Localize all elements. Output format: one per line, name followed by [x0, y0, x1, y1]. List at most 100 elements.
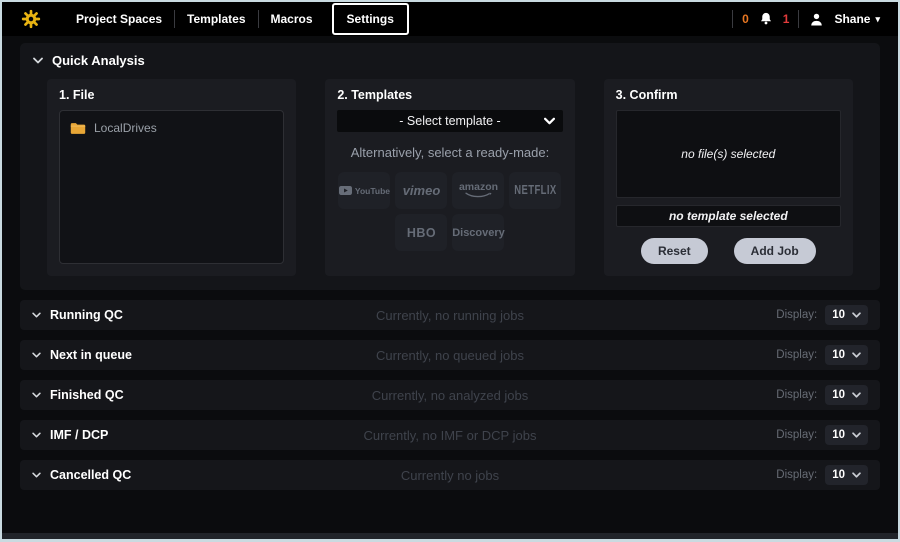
- main-content: Quick Analysis 1. File LocalDrives: [2, 36, 898, 533]
- brand-youtube-button[interactable]: YouTube: [338, 172, 390, 209]
- brand-label: vimeo: [403, 183, 441, 198]
- display-label: Display:: [776, 349, 817, 361]
- ready-made-hint: Alternatively, select a ready-made:: [337, 145, 562, 160]
- nav-divider: [798, 10, 799, 28]
- notification-count-left: 0: [742, 12, 749, 26]
- chevron-down-icon: [32, 432, 41, 438]
- display-count-value: 10: [832, 349, 845, 361]
- brand-label: YouTube: [355, 186, 390, 196]
- display-label: Display:: [776, 389, 817, 401]
- section-title: Finished QC: [50, 388, 124, 402]
- file-tree[interactable]: LocalDrives: [59, 110, 284, 264]
- templates-panel-title: 2. Templates: [337, 88, 562, 102]
- section-imf-dcp: IMF / DCP Currently, no IMF or DCP jobs …: [20, 420, 880, 450]
- display-count-select[interactable]: 10: [825, 345, 868, 365]
- display-count-value: 10: [832, 429, 845, 441]
- file-panel: 1. File LocalDrives: [47, 79, 296, 276]
- display-count-value: 10: [832, 469, 845, 481]
- user-name: Shane: [834, 12, 870, 26]
- amazon-smile-icon: [464, 192, 492, 199]
- navbar-right: 0 1 Shane ▾: [732, 10, 880, 28]
- section-toggle-imf-dcp[interactable]: IMF / DCP: [32, 428, 108, 442]
- brand-vimeo-button[interactable]: vimeo: [395, 172, 447, 209]
- nav-item-templates[interactable]: Templates: [175, 12, 257, 26]
- caret-down-icon: ▾: [875, 14, 880, 25]
- chevron-down-icon: [32, 392, 41, 398]
- app-logo-gear-icon[interactable]: [20, 8, 42, 30]
- section-running-qc: Running QC Currently, no running jobs Di…: [20, 300, 880, 330]
- youtube-play-icon: [339, 186, 352, 195]
- section-empty-text: Currently no jobs: [20, 468, 880, 483]
- display-count-value: 10: [832, 389, 845, 401]
- chevron-down-icon: [852, 472, 861, 478]
- chevron-down-icon: [852, 432, 861, 438]
- section-toggle-next-in-queue[interactable]: Next in queue: [32, 348, 132, 362]
- display-count-select[interactable]: 10: [825, 385, 868, 405]
- brand-buttons: YouTube vimeo amazon: [337, 172, 562, 251]
- brand-discovery-button[interactable]: Discovery: [452, 214, 504, 251]
- selected-template-box: no template selected: [616, 205, 841, 227]
- brand-label: HBO: [407, 226, 436, 240]
- chevron-down-icon: [32, 472, 41, 478]
- chevron-down-icon: [852, 392, 861, 398]
- notification-count-right: 1: [783, 12, 790, 26]
- brand-hbo-button[interactable]: HBO: [395, 214, 447, 251]
- window-bottom-strip: [2, 533, 898, 539]
- nav-item-project-spaces[interactable]: Project Spaces: [64, 12, 174, 26]
- add-job-button[interactable]: Add Job: [734, 238, 816, 264]
- chevron-down-icon: [32, 352, 41, 358]
- top-navbar: Project Spaces Templates Macros Settings…: [2, 2, 898, 36]
- folder-icon: [70, 122, 86, 135]
- selected-files-box: no file(s) selected: [616, 110, 841, 198]
- display-count-select[interactable]: 10: [825, 425, 868, 445]
- brand-label: amazon: [459, 182, 498, 192]
- chevron-down-icon: [544, 117, 555, 125]
- chevron-down-icon: [852, 352, 861, 358]
- user-icon: [808, 11, 825, 28]
- section-title: Cancelled QC: [50, 468, 131, 482]
- display-label: Display:: [776, 429, 817, 441]
- brand-label: NETFLIX: [514, 183, 556, 198]
- app-window: Project Spaces Templates Macros Settings…: [0, 0, 900, 542]
- display-label: Display:: [776, 469, 817, 481]
- section-toggle-running-qc[interactable]: Running QC: [32, 308, 123, 322]
- tree-item-label: LocalDrives: [94, 121, 157, 135]
- quick-analysis-title: Quick Analysis: [52, 53, 145, 68]
- display-label: Display:: [776, 309, 817, 321]
- quick-analysis-toggle[interactable]: Quick Analysis: [20, 53, 880, 68]
- template-select[interactable]: - Select template -: [337, 110, 562, 132]
- chevron-down-icon: [33, 57, 43, 64]
- brand-amazon-button[interactable]: amazon: [452, 172, 504, 209]
- nav-item-settings-active[interactable]: Settings: [332, 3, 409, 35]
- section-toggle-finished-qc[interactable]: Finished QC: [32, 388, 124, 402]
- quick-analysis-panels: 1. File LocalDrives 2. Templates: [20, 68, 880, 276]
- section-finished-qc: Finished QC Currently, no analyzed jobs …: [20, 380, 880, 410]
- confirm-panel-title: 3. Confirm: [616, 88, 841, 102]
- quick-analysis-section: Quick Analysis 1. File LocalDrives: [20, 43, 880, 290]
- section-title: IMF / DCP: [50, 428, 108, 442]
- display-count-select[interactable]: 10: [825, 305, 868, 325]
- chevron-down-icon: [852, 312, 861, 318]
- section-title: Running QC: [50, 308, 123, 322]
- bell-icon[interactable]: [758, 11, 774, 27]
- display-count-select[interactable]: 10: [825, 465, 868, 485]
- confirm-panel: 3. Confirm no file(s) selected no templa…: [604, 79, 853, 276]
- brand-label: Discovery: [452, 227, 505, 239]
- confirm-buttons: Reset Add Job: [616, 238, 841, 264]
- no-template-text: no template selected: [669, 209, 788, 223]
- user-menu-button[interactable]: Shane ▾: [834, 12, 880, 26]
- section-toggle-cancelled-qc[interactable]: Cancelled QC: [32, 468, 131, 482]
- section-title: Next in queue: [50, 348, 132, 362]
- main-nav: Project Spaces Templates Macros Settings: [64, 2, 409, 36]
- templates-panel: 2. Templates - Select template - Alterna…: [325, 79, 574, 276]
- section-next-in-queue: Next in queue Currently, no queued jobs …: [20, 340, 880, 370]
- template-select-value: - Select template -: [399, 114, 500, 128]
- file-panel-title: 1. File: [59, 88, 284, 102]
- section-empty-text: Currently, no analyzed jobs: [20, 388, 880, 403]
- section-empty-text: Currently, no queued jobs: [20, 348, 880, 363]
- nav-item-macros[interactable]: Macros: [259, 12, 325, 26]
- reset-button[interactable]: Reset: [641, 238, 708, 264]
- tree-item-localdrives[interactable]: LocalDrives: [70, 121, 273, 135]
- brand-netflix-button[interactable]: NETFLIX: [509, 172, 561, 209]
- chevron-down-icon: [32, 312, 41, 318]
